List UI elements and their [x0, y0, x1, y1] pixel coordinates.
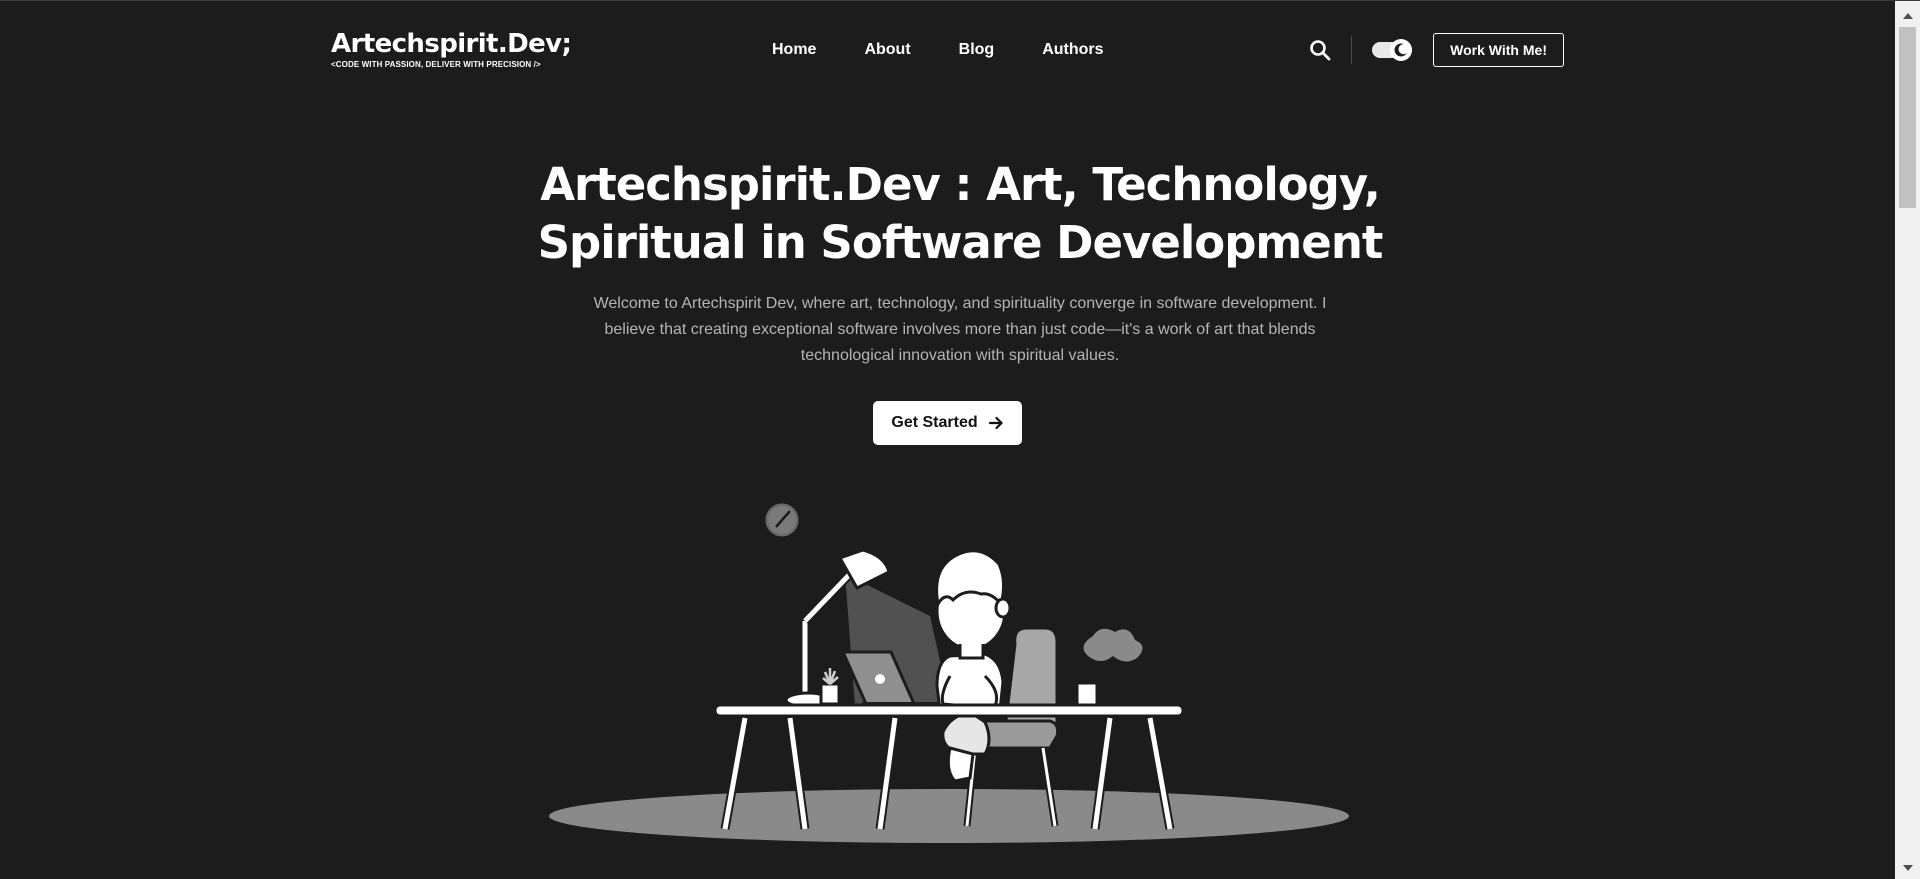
hero-illustration-developer-at-desk: [549, 500, 1349, 843]
plant-icon: [819, 668, 841, 706]
theme-toggle-knob: [1390, 39, 1413, 61]
nav-link-about[interactable]: About: [864, 40, 910, 60]
search-button[interactable]: [1307, 37, 1333, 63]
hero-description: Welcome to Artechspirit Dev, where art, …: [593, 295, 1327, 364]
scroll-down-button[interactable]: [1895, 859, 1920, 876]
vertical-scrollbar[interactable]: [1895, 1, 1920, 879]
nav-link-blog[interactable]: Blog: [959, 40, 995, 60]
brand-title: Artechspirit.Dev;: [331, 29, 572, 59]
theme-toggle[interactable]: [1372, 39, 1413, 61]
chevron-down-icon: [1902, 864, 1913, 871]
site-header: Artechspirit.Dev; <CODE WITH PASSION, DE…: [331, 29, 1564, 73]
hero-title: Artechspirit.Dev : Art, Technology, Spir…: [460, 156, 1460, 272]
page: Artechspirit.Dev; <CODE WITH PASSION, DE…: [0, 0, 1920, 879]
nav-link-home[interactable]: Home: [772, 40, 816, 60]
floor-shadow: [549, 789, 1349, 843]
arrow-right-icon: [988, 416, 1003, 430]
chevron-up-icon: [1902, 12, 1913, 19]
search-icon: [1310, 40, 1331, 61]
get-started-label: Get Started: [891, 414, 978, 431]
scrollbar-thumb[interactable]: [1899, 27, 1916, 208]
coffee-mug: [1075, 628, 1143, 707]
header-divider: [1351, 36, 1353, 64]
hero-title-line-1: Artechspirit.Dev : Art, Technology,: [540, 158, 1381, 211]
scroll-up-button[interactable]: [1895, 7, 1920, 24]
work-with-me-button[interactable]: Work With Me!: [1433, 33, 1564, 67]
hero-title-line-2: Spiritual in Software Development: [537, 216, 1384, 269]
brand-tagline: <CODE WITH PASSION, DELIVER WITH PRECISI…: [331, 60, 541, 69]
header-tools: Work With Me!: [1307, 33, 1564, 67]
brand-logo[interactable]: Artechspirit.Dev; <CODE WITH PASSION, DE…: [331, 29, 572, 70]
nav-link-authors[interactable]: Authors: [1042, 40, 1103, 60]
main-nav: Home About Blog Authors: [772, 40, 1104, 60]
moon-icon: [1394, 43, 1407, 57]
clock-icon: [762, 500, 802, 540]
get-started-button[interactable]: Get Started: [873, 401, 1022, 445]
